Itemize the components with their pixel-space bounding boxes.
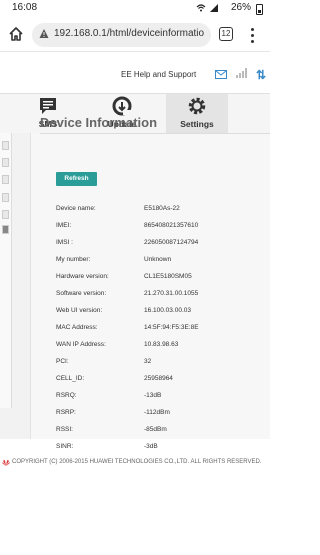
info-label: CELL_ID:	[56, 375, 85, 382]
warning-icon	[39, 29, 49, 38]
page-title: Device Information	[40, 115, 158, 130]
info-value: 32	[144, 358, 152, 365]
info-label: Device name:	[56, 205, 96, 212]
info-value: 226050087124794	[144, 239, 199, 246]
side-menu-item[interactable]	[2, 141, 9, 150]
info-label: RSRP:	[56, 409, 76, 416]
info-row: Web UI version: 16.100.03.00.03	[56, 307, 266, 318]
info-value: 10.83.98.63	[144, 341, 179, 348]
data-transfer-icon: ⇅	[256, 68, 267, 82]
battery-icon	[256, 4, 263, 15]
info-row: RSRP: -112dBm	[56, 409, 266, 420]
side-menu-item[interactable]	[2, 210, 9, 219]
info-row: PCI: 32	[56, 358, 266, 369]
info-row: RSRQ: -13dB	[56, 392, 266, 403]
info-label: Hardware version:	[56, 273, 109, 280]
info-label: IMSI :	[56, 239, 73, 246]
side-menu-item-active[interactable]	[2, 225, 9, 234]
info-value: -85dBm	[144, 426, 167, 433]
info-label: RSSI:	[56, 426, 73, 433]
signal-bars-icon	[210, 4, 218, 12]
refresh-button[interactable]: Refresh	[56, 172, 97, 186]
huawei-logo-icon	[2, 460, 10, 466]
home-icon	[9, 27, 23, 41]
info-value: Unknown	[144, 256, 172, 263]
info-value: E5180As-22	[144, 205, 180, 212]
gear-icon	[188, 97, 206, 115]
info-row: SINR: -3dB	[56, 443, 266, 454]
info-label: WAN IP Address:	[56, 341, 106, 348]
settings-side-menu[interactable]	[0, 133, 12, 408]
signal-strength-icon	[236, 68, 247, 78]
more-menu-icon[interactable]	[247, 26, 257, 44]
info-label: IMEI:	[56, 222, 72, 229]
info-value: 21.270.31.00.1055	[144, 290, 199, 297]
side-menu-item[interactable]	[2, 158, 9, 167]
info-value: 16.100.03.00.03	[144, 307, 191, 314]
info-row: Software version: 21.270.31.00.1055	[56, 290, 266, 301]
router-web-page: EE Help and Support ⇅ SMS Update Setting…	[0, 53, 270, 555]
info-value: CL1E5180SM05	[144, 273, 192, 280]
info-label: Software version:	[56, 290, 107, 297]
tab-switcher-button[interactable]: 12	[219, 27, 233, 41]
info-value: -112dBm	[144, 409, 170, 416]
info-row: IMEI: 865408021357610	[56, 222, 266, 233]
help-support-link[interactable]: EE Help and Support	[121, 70, 196, 79]
wifi-icon	[196, 4, 206, 12]
info-label: My number:	[56, 256, 91, 263]
info-row: MAC Address: 14:5F:94:F5:3E:8E	[56, 324, 266, 335]
info-row: WAN IP Address: 10.83.98.63	[56, 341, 266, 352]
info-value: 14:5F:94:F5:3E:8E	[144, 324, 199, 331]
title-divider	[40, 133, 270, 134]
top-links-bar: EE Help and Support ⇅	[0, 65, 270, 83]
tab-settings[interactable]: Settings	[166, 94, 228, 134]
url-text: 192.168.0.1/html/deviceinformation.	[54, 28, 204, 39]
info-row: My number: Unknown	[56, 256, 266, 267]
info-value: -13dB	[144, 392, 162, 399]
info-value: 865408021357610	[144, 222, 199, 229]
home-button[interactable]	[7, 25, 25, 43]
side-menu-item[interactable]	[2, 193, 9, 202]
status-time: 16:08	[12, 2, 38, 13]
tab-settings-label: Settings	[180, 119, 214, 129]
address-bar[interactable]: 192.168.0.1/html/deviceinformation.	[32, 23, 211, 47]
info-label: SINR:	[56, 443, 74, 450]
info-row: RSSI: -85dBm	[56, 426, 266, 437]
mail-icon[interactable]	[215, 70, 227, 79]
info-label: Web UI version:	[56, 307, 103, 314]
side-menu-item[interactable]	[2, 175, 9, 184]
info-row: Hardware version: CL1E5180SM05	[56, 273, 266, 284]
info-label: PCI:	[56, 358, 69, 365]
footer: COPYRIGHT (C) 2006-2015 HUAWEI TECHNOLOG…	[0, 458, 270, 468]
info-row: Device name: E5180As-22	[56, 205, 266, 216]
status-icons	[196, 3, 219, 13]
info-value: -3dB	[144, 443, 158, 450]
info-row: IMSI : 226050087124794	[56, 239, 266, 250]
status-bar: 16:08 26%	[0, 0, 270, 18]
info-value: 25958964	[144, 375, 173, 382]
info-label: RSRQ:	[56, 392, 77, 399]
battery-percent: 26%	[231, 2, 252, 13]
info-row: CELL_ID: 25958964	[56, 375, 266, 386]
browser-toolbar: 192.168.0.1/html/deviceinformation. 12	[0, 18, 270, 52]
copyright-text: COPYRIGHT (C) 2006-2015 HUAWEI TECHNOLOG…	[12, 459, 262, 465]
sms-icon	[40, 98, 56, 114]
info-label: MAC Address:	[56, 324, 98, 331]
update-icon	[112, 96, 132, 116]
